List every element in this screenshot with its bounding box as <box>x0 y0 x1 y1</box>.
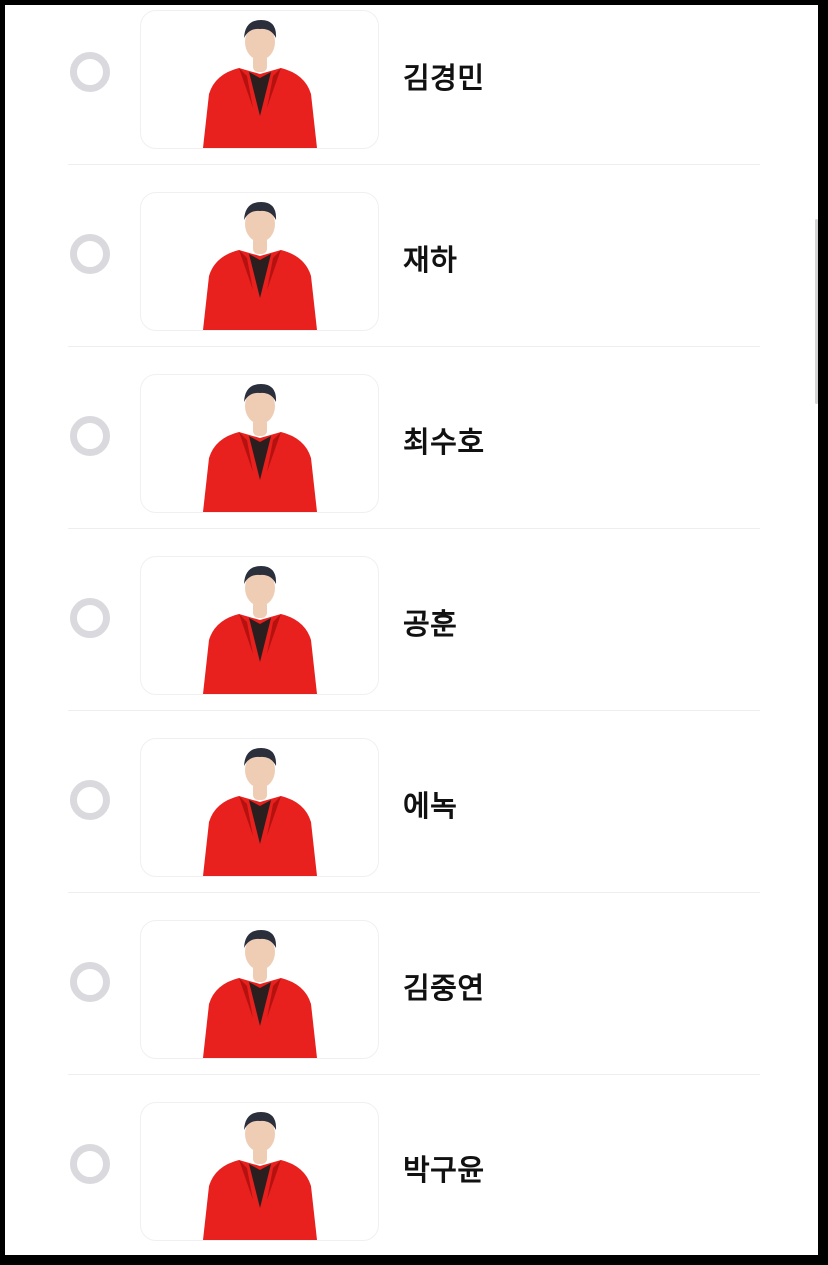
candidate-photo-card <box>140 192 379 331</box>
candidate-photo-card <box>140 738 379 877</box>
candidate-photo <box>202 1112 317 1240</box>
candidate-photo <box>202 20 317 148</box>
candidate-row[interactable]: 재하 <box>68 165 760 347</box>
candidate-row[interactable]: 에녹 <box>68 711 760 893</box>
scrollbar[interactable] <box>815 219 818 404</box>
candidate-name: 김중연 <box>403 971 485 1005</box>
candidate-row[interactable]: 김경민 <box>68 5 760 165</box>
candidate-name: 박구윤 <box>403 1153 485 1187</box>
candidate-row[interactable]: 최수호 <box>68 347 760 529</box>
candidate-photo-card <box>140 920 379 1059</box>
candidate-photo <box>202 202 317 330</box>
candidate-row[interactable]: 박구윤 <box>68 1075 760 1255</box>
radio-button[interactable] <box>70 1144 110 1184</box>
candidate-name: 최수호 <box>403 425 485 459</box>
radio-button[interactable] <box>70 598 110 638</box>
radio-button[interactable] <box>70 780 110 820</box>
candidate-name: 공훈 <box>403 607 458 641</box>
candidate-photo <box>202 748 317 876</box>
candidate-name: 김경민 <box>403 61 485 95</box>
candidate-photo <box>202 930 317 1058</box>
candidate-photo <box>202 384 317 512</box>
radio-button[interactable] <box>70 234 110 274</box>
candidate-photo-card <box>140 10 379 149</box>
candidate-row[interactable]: 김중연 <box>68 893 760 1075</box>
candidate-photo-card <box>140 1102 379 1241</box>
radio-button[interactable] <box>70 962 110 1002</box>
candidate-name: 재하 <box>403 243 458 277</box>
radio-button[interactable] <box>70 52 110 92</box>
candidate-row[interactable]: 공훈 <box>68 529 760 711</box>
candidate-name: 에녹 <box>403 789 458 823</box>
vote-list-screen: 김경민 재하 최수호 공훈 에녹 김중연 박구윤 <box>5 5 818 1255</box>
radio-button[interactable] <box>70 416 110 456</box>
candidate-photo-card <box>140 374 379 513</box>
candidate-photo-card <box>140 556 379 695</box>
candidate-list: 김경민 재하 최수호 공훈 에녹 김중연 박구윤 <box>5 5 818 1255</box>
candidate-photo <box>202 566 317 694</box>
